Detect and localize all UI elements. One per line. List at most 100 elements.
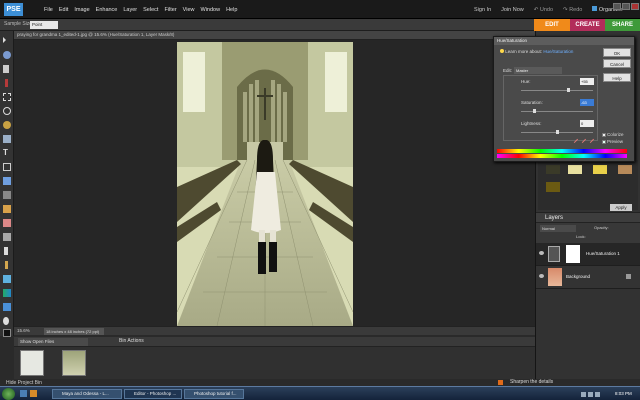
hue-slider-knob[interactable] xyxy=(566,88,570,92)
eyedropper-icon[interactable] xyxy=(5,79,8,87)
zoom-level[interactable]: 15.6% xyxy=(17,328,30,333)
adjustment-layer-icon xyxy=(548,246,560,262)
lightness-input[interactable]: 0 xyxy=(580,120,594,127)
menu-edit[interactable]: Edit xyxy=(59,7,68,13)
magic-wand-icon[interactable] xyxy=(3,121,11,129)
help-button[interactable]: Help xyxy=(603,73,631,82)
show-open-files-dropdown[interactable]: Show Open Files xyxy=(18,338,88,346)
menu-select[interactable]: Select xyxy=(143,7,158,13)
eyedropper-minus-icon[interactable] xyxy=(586,135,595,144)
preview-checkbox[interactable]: Preview xyxy=(602,139,623,144)
effect-thumbnail-1[interactable] xyxy=(546,165,560,174)
eyedropper-icon[interactable] xyxy=(570,135,579,144)
tip-text[interactable]: Sharpen the details xyxy=(510,379,553,385)
lightness-slider-knob[interactable] xyxy=(555,130,559,134)
quick-launch-icon[interactable] xyxy=(20,390,27,397)
effect-thumbnail-5[interactable] xyxy=(546,182,560,192)
colorize-checkbox[interactable]: Colorize xyxy=(602,132,624,137)
bin-actions-menu[interactable]: Bin Actions xyxy=(119,338,144,344)
clone-stamp-icon[interactable] xyxy=(3,233,11,241)
visibility-eye-icon[interactable] xyxy=(539,274,544,278)
straighten-icon[interactable] xyxy=(3,191,11,199)
saturation-input[interactable]: -63 xyxy=(580,99,594,106)
volume-icon[interactable] xyxy=(588,391,593,397)
undo-button[interactable]: ↶ Undo xyxy=(534,7,553,13)
paint-bucket-icon[interactable] xyxy=(3,275,11,283)
menu-file[interactable]: File xyxy=(44,7,53,13)
minimize-icon[interactable] xyxy=(613,3,621,10)
menu-bar: PSE File Edit Image Enhance Layer Select… xyxy=(0,0,640,19)
layer-mask-thumbnail[interactable] xyxy=(566,245,580,263)
healing-brush-icon[interactable] xyxy=(3,219,11,227)
security-icon[interactable] xyxy=(595,391,600,397)
effect-thumbnail-2[interactable] xyxy=(568,165,582,174)
learn-more-link[interactable]: Hue/Saturation xyxy=(543,49,573,54)
hand-tool-icon[interactable] xyxy=(3,65,9,73)
clock[interactable]: 8:03 PM xyxy=(615,391,632,396)
sign-in-link[interactable]: Sign In xyxy=(474,7,491,13)
marquee-icon[interactable] xyxy=(3,93,11,101)
windows-taskbar: Maya and Odessa - L... Editor - Photosho… xyxy=(0,386,640,400)
quick-launch-icon[interactable] xyxy=(30,390,37,397)
saturation-slider-track[interactable] xyxy=(521,111,593,112)
menu-help[interactable]: Help xyxy=(226,7,237,13)
redo-button[interactable]: ↷ Redo xyxy=(563,7,582,13)
blend-mode-dropdown[interactable]: Normal xyxy=(540,225,576,232)
eraser-icon[interactable] xyxy=(4,247,8,255)
join-now-link[interactable]: Join Now xyxy=(501,7,524,13)
ok-button[interactable]: OK xyxy=(603,48,631,57)
hue-input[interactable]: +55 xyxy=(580,78,594,85)
document-title-bar[interactable]: praying for grandma 1_edited-1.jpg @ 15.… xyxy=(14,31,535,40)
hue-slider-track[interactable] xyxy=(521,90,593,91)
menu-filter[interactable]: Filter xyxy=(164,7,176,13)
menu-layer[interactable]: Layer xyxy=(123,7,137,13)
blur-icon[interactable] xyxy=(3,317,9,325)
foreground-color-icon[interactable] xyxy=(3,329,11,337)
doc-size-info[interactable]: 18 inches x 48 inches (72 ppi) xyxy=(44,328,104,335)
visibility-eye-icon[interactable] xyxy=(539,251,544,255)
document-title: praying for grandma 1_edited-1.jpg @ 15.… xyxy=(17,32,175,37)
brush-icon[interactable] xyxy=(5,261,8,269)
dialog-title[interactable]: Hue/Saturation xyxy=(494,37,634,45)
type-tool-icon[interactable]: T xyxy=(3,149,11,157)
eyedropper-plus-icon[interactable] xyxy=(578,135,587,144)
menu-enhance[interactable]: Enhance xyxy=(96,7,118,13)
bin-thumbnail-1[interactable] xyxy=(20,350,44,376)
lightness-label: Lightness: xyxy=(521,121,542,126)
taskbar-item-tutorial[interactable]: Photoshop tutorial f... xyxy=(184,389,244,399)
cancel-button[interactable]: Cancel xyxy=(603,59,631,68)
edit-channel-dropdown[interactable]: Master xyxy=(514,67,562,74)
document-image[interactable] xyxy=(177,42,353,326)
menu-image[interactable]: Image xyxy=(74,7,89,13)
maximize-icon[interactable] xyxy=(622,3,630,10)
gradient-icon[interactable] xyxy=(3,289,11,297)
zoom-tool-icon[interactable] xyxy=(3,51,11,59)
sample-size-dropdown[interactable]: Point Sample xyxy=(30,21,58,35)
start-button-icon[interactable] xyxy=(2,388,15,400)
crop-icon[interactable] xyxy=(3,163,11,171)
move-tool-icon[interactable] xyxy=(3,37,6,43)
menu-view[interactable]: View xyxy=(183,7,195,13)
effect-thumbnail-3[interactable] xyxy=(593,165,607,174)
bin-thumbnail-2[interactable] xyxy=(62,350,86,376)
apply-button[interactable]: Apply xyxy=(610,204,632,211)
lock-icon xyxy=(626,274,631,279)
network-icon[interactable] xyxy=(581,391,586,397)
menu-window[interactable]: Window xyxy=(201,7,221,13)
shape-icon[interactable] xyxy=(3,303,11,311)
lasso-icon[interactable] xyxy=(3,107,11,115)
layer-row-background[interactable]: Background xyxy=(536,266,640,289)
taskbar-item-maya[interactable]: Maya and Odessa - L... xyxy=(52,389,122,399)
church-photo xyxy=(177,42,353,326)
saturation-slider-knob[interactable] xyxy=(532,109,536,113)
layers-panel-header[interactable]: Layers xyxy=(536,212,640,223)
quick-selection-icon[interactable] xyxy=(3,135,11,143)
layer-row-hue-saturation[interactable]: Hue/Saturation 1 xyxy=(536,243,640,266)
cookie-cutter-icon[interactable] xyxy=(3,177,11,185)
taskbar-item-editor[interactable]: Editor - Photoshop ... xyxy=(124,389,182,399)
close-icon[interactable] xyxy=(631,3,639,10)
hue-saturation-dialog: Hue/Saturation Learn more about: Hue/Sat… xyxy=(493,36,635,162)
red-eye-icon[interactable] xyxy=(3,205,11,213)
main-menu: File Edit Image Enhance Layer Select Fil… xyxy=(44,0,237,19)
effect-thumbnail-4[interactable] xyxy=(618,165,632,174)
